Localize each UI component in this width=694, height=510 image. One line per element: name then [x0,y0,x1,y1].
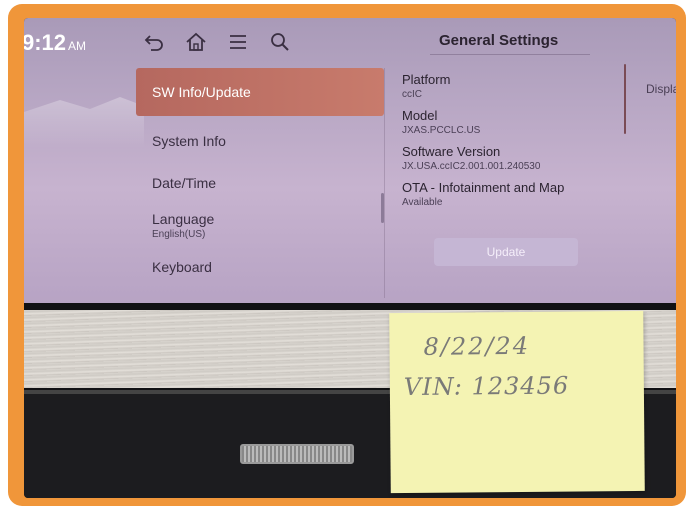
page-title: General Settings [439,32,559,49]
menu-item-sublabel: English(US) [152,228,206,240]
menu-item-sw-info-update[interactable]: SW Info/Update [136,68,384,116]
menu-item-label: SW Info/Update [152,84,251,100]
sticky-note-vin: VIN: 123456 [403,371,570,401]
clock-time: 9:12 [24,30,67,55]
air-vent [240,444,354,464]
sw-info-details: Platform ccIC Model JXAS.PCCLC.US Softwa… [402,72,622,216]
right-scrollbar[interactable] [624,64,626,134]
settings-menu: SW Info/Update System Info Date/Time Lan… [136,68,384,288]
display-menu-peek[interactable]: Displa [646,82,676,96]
detail-software-version: Software Version JX.USA.ccIC2.001.001.24… [402,144,622,172]
detail-ota: OTA - Infotainment and Map Available [402,180,622,208]
detail-label: Model [402,108,438,123]
menu-item-date-time[interactable]: Date/Time [136,162,384,204]
menu-item-label: Language [152,210,215,227]
update-button[interactable]: Update [434,238,578,266]
photo: 9:12 AM General Settings SW Info/Update … [24,18,676,498]
detail-label: Software Version [402,144,501,159]
menu-icon[interactable] [226,30,250,54]
menu-divider [384,68,385,298]
nav-icons [142,30,292,54]
detail-value: ccIC [402,89,422,100]
home-icon[interactable] [184,30,208,54]
wallpaper-landscape [24,97,144,148]
menu-item-language[interactable]: Language English(US) [136,204,384,246]
clock-ampm: AM [68,39,87,53]
detail-model: Model JXAS.PCCLC.US [402,108,622,136]
menu-item-keyboard[interactable]: Keyboard [136,246,384,288]
detail-value: Available [402,197,443,208]
detail-value: JX.USA.ccIC2.001.001.240530 [402,161,541,172]
infotainment-screen: 9:12 AM General Settings SW Info/Update … [24,18,676,303]
detail-label: OTA - Infotainment and Map [402,180,565,195]
menu-item-label: System Info [152,133,226,149]
menu-item-system-info[interactable]: System Info [136,120,384,162]
menu-item-label: Keyboard [152,259,212,275]
title-underline [430,54,590,55]
menu-scrollbar[interactable] [381,193,384,223]
menu-item-label: Date/Time [152,175,217,191]
status-bar: 9:12 AM General Settings [24,18,676,62]
detail-label: Platform [402,72,451,87]
back-icon[interactable] [142,30,166,54]
sticky-note-date: 8/22/24 [423,331,531,361]
search-icon[interactable] [268,30,292,54]
detail-value: JXAS.PCCLC.US [402,125,481,136]
sticky-note: 8/22/24 VIN: 123456 [389,310,645,494]
clock: 9:12 AM [24,30,86,56]
detail-platform: Platform ccIC [402,72,622,100]
